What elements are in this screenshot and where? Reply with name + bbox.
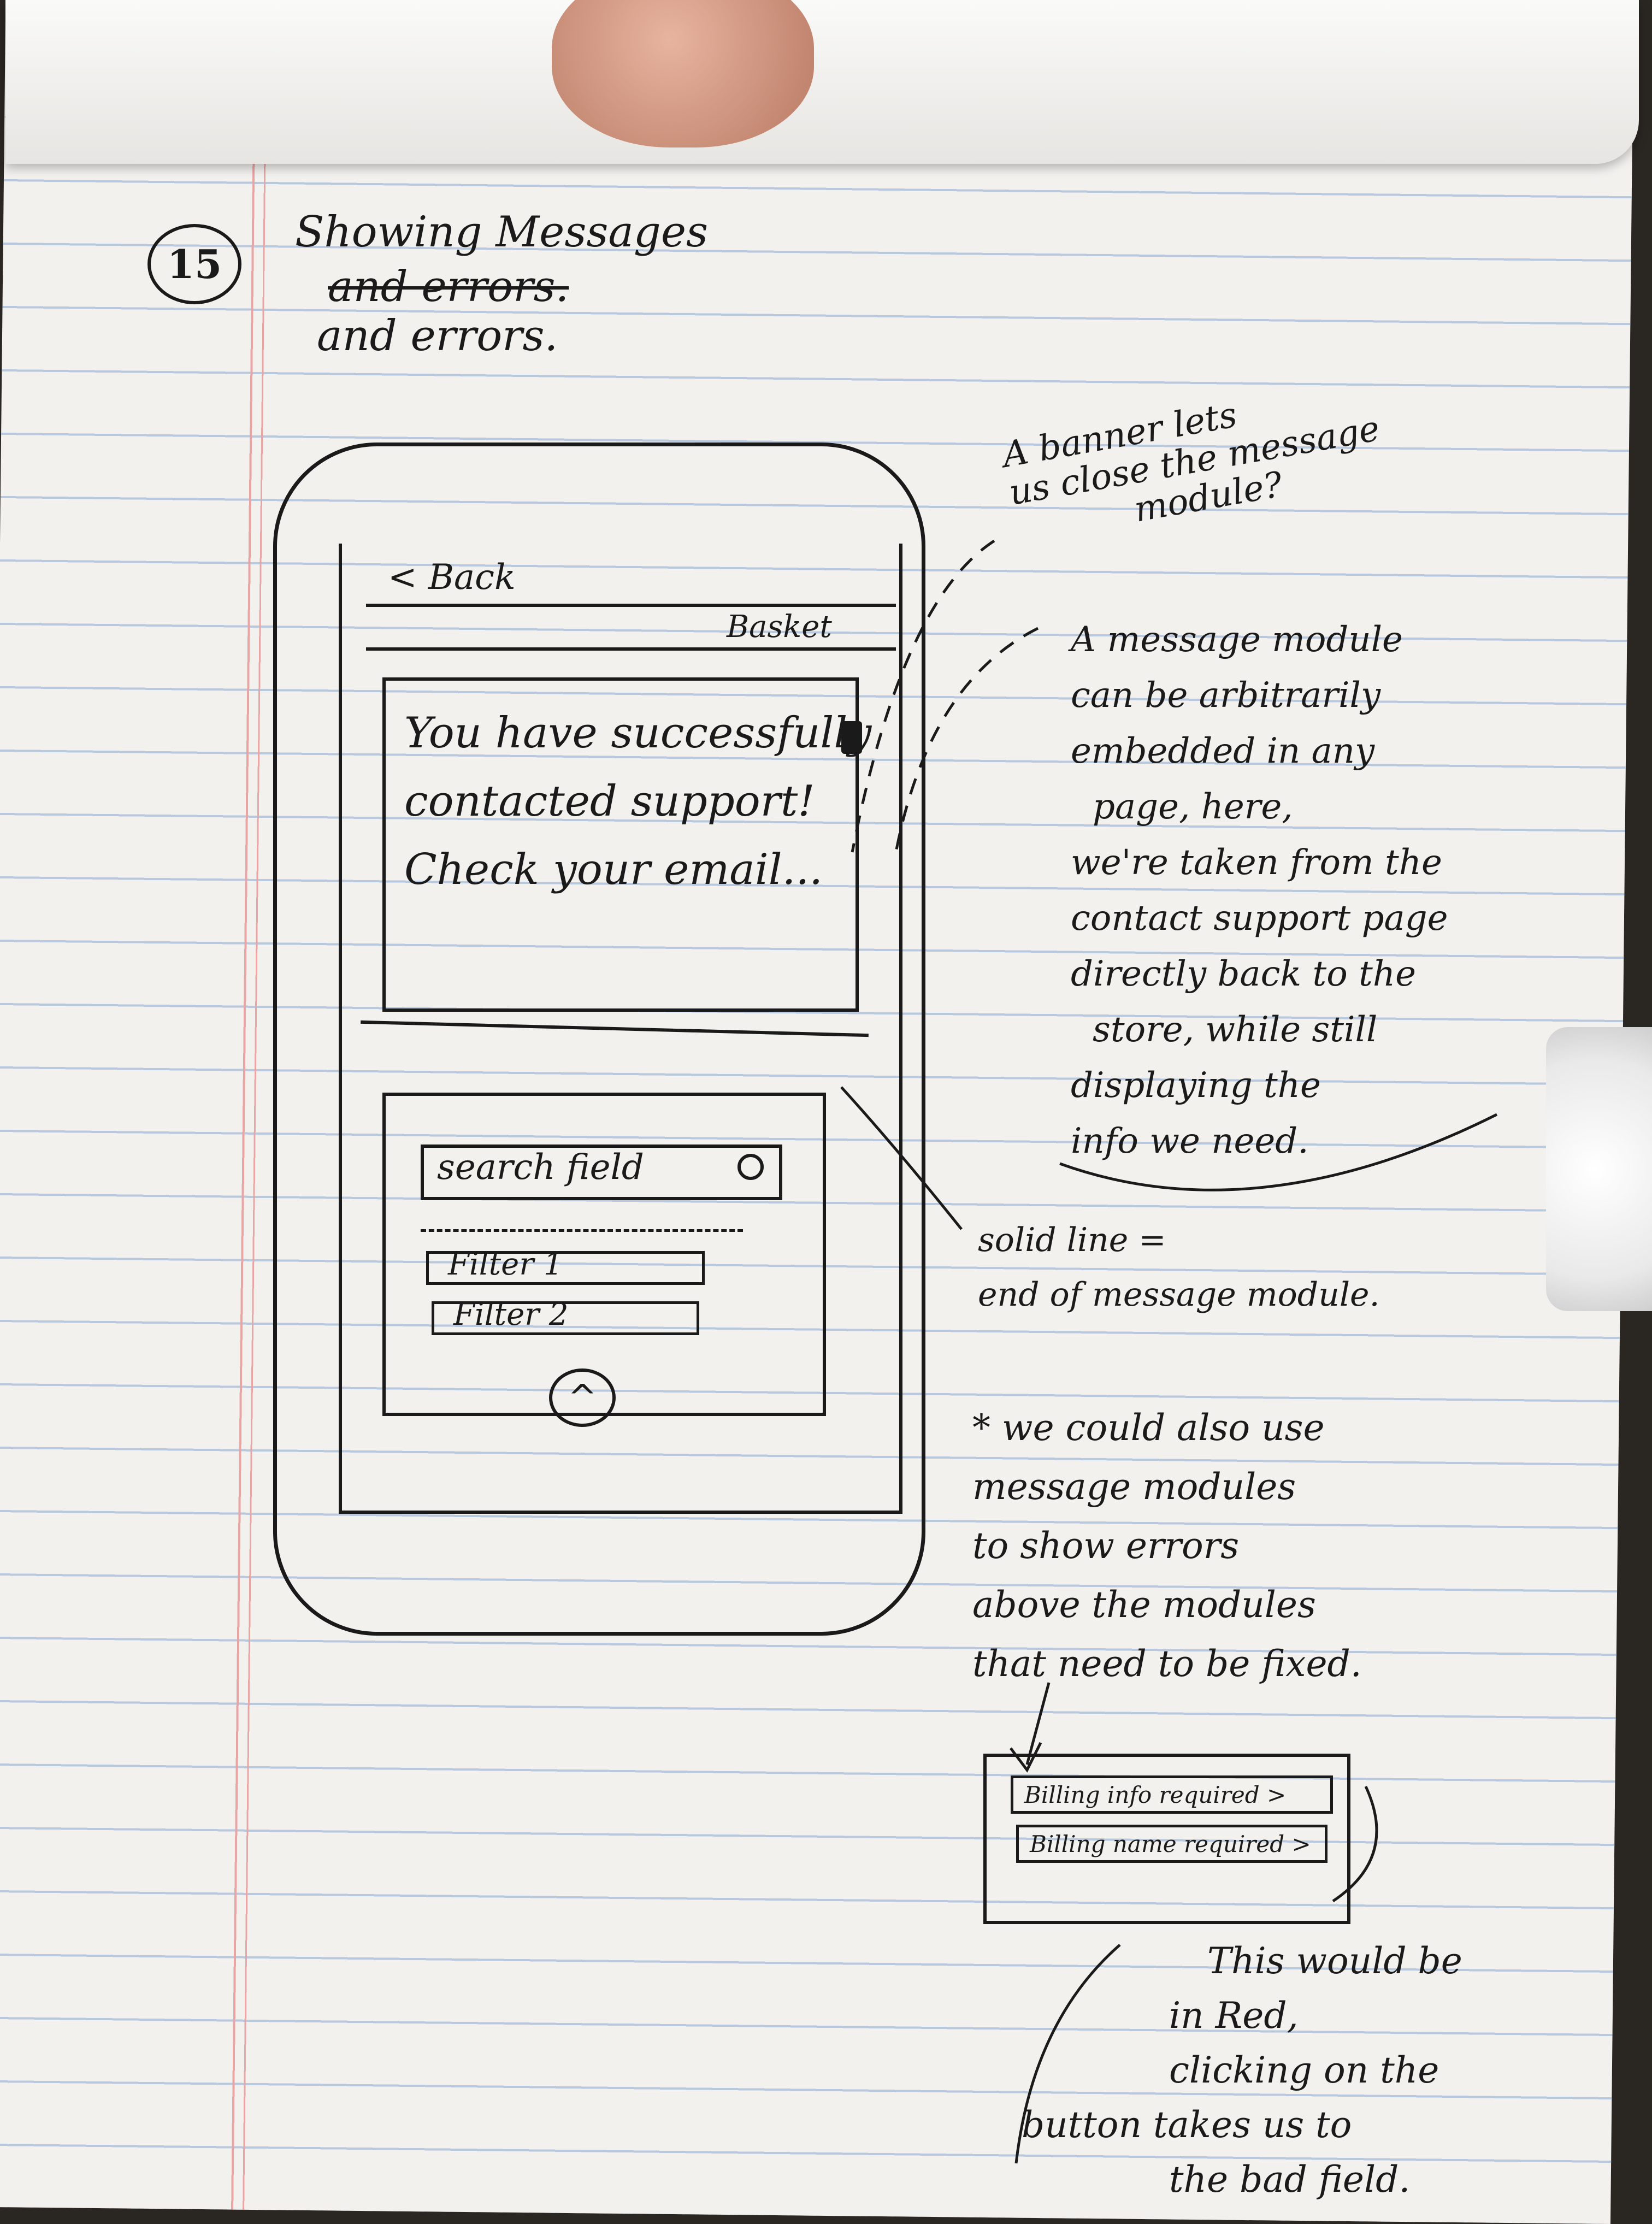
coffee-cup	[1546, 1027, 1652, 1311]
connector-lines	[840, 539, 1498, 2164]
thumb	[552, 0, 814, 148]
paper-fold	[5, 0, 1639, 164]
